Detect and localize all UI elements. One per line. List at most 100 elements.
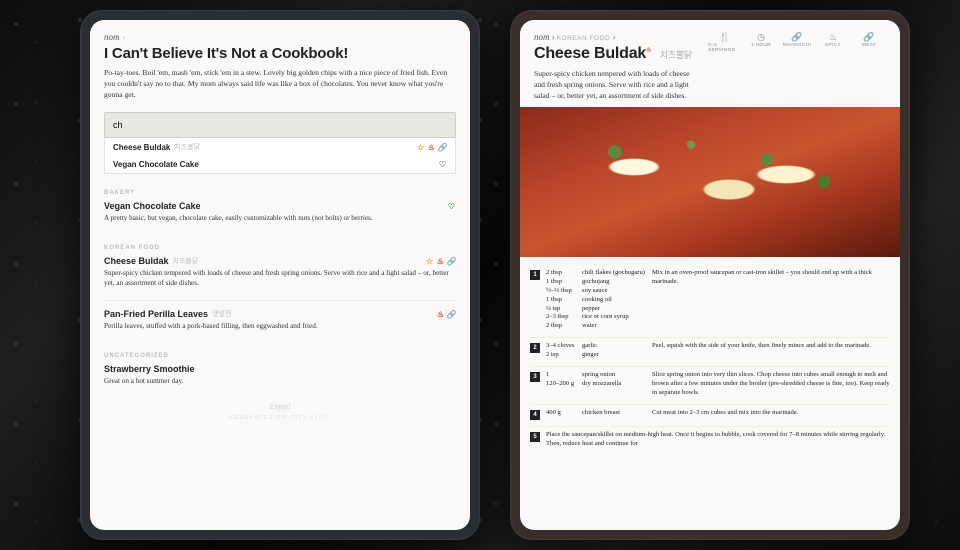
meta-label: 1 HOUR: [751, 43, 771, 48]
ingredient-row: 1 spring onion: [546, 371, 646, 380]
recipe-title: Cheese Buldak♨ 치즈불닭: [534, 45, 698, 63]
recipe-row[interactable]: Cheese Buldak 치즈불닭 ☆♨🔗 Super-spicy chick…: [104, 254, 456, 294]
ingredient-row: 2–3 tbsp rice or corn syrup: [546, 313, 646, 322]
meta-badge[interactable]: ◷ 1 HOUR: [744, 32, 778, 53]
step-number: 3: [530, 372, 540, 382]
section-label: UNCATEGORIZED: [104, 353, 456, 359]
step: 2 3–4 cloves garlic 2 tsp ginger Peel, s…: [530, 338, 890, 367]
meat-icon: 🔗: [863, 32, 874, 42]
spicy-icon: ♨: [436, 257, 445, 266]
ingredient-name: ginger: [582, 351, 646, 360]
brand-logo[interactable]: nom›: [104, 32, 456, 42]
ingredient-name: gochujang: [582, 278, 646, 287]
ingredient-qty: 120–200 g: [546, 380, 582, 389]
ingredient-row: ½–⅔ tbsp soy sauce: [546, 287, 646, 296]
star-icon: ☆: [425, 257, 434, 266]
ingredient-qty: 1 tbsp: [546, 278, 582, 287]
recipe-row-desc: A pretty basic, but vegan, chocolate cak…: [104, 213, 456, 223]
page-title: I Can't Believe It's Not a Cookbook!: [104, 45, 456, 62]
ingredient-qty: 1: [546, 371, 582, 380]
chevron-right-icon: ›: [612, 32, 615, 42]
step-number: 1: [530, 270, 540, 280]
recipe-row-title: Strawberry Smoothie: [104, 364, 195, 374]
meta-badge[interactable]: 🍴 2–3 SERVINGS: [708, 32, 742, 53]
recipe-row-desc: Super-spicy chicken tempered with loads …: [104, 268, 456, 288]
step-number: 2: [530, 343, 540, 353]
ingredient-name: water: [582, 322, 646, 331]
suggestion-item[interactable]: Vegan Chocolate Cake ♡: [105, 156, 455, 173]
ingredient-name: spring onion: [582, 371, 646, 380]
ingredient-row: ¼ tsp pepper: [546, 305, 646, 314]
ingredient-row: 1 tbsp cooking oil: [546, 296, 646, 305]
meat-icon: 🔗: [447, 310, 456, 319]
-hour-icon: ◷: [757, 32, 765, 42]
meta-badges: 🍴 2–3 SERVINGS ◷ 1 HOUR 🔗 MAANGCHI ♨ SPI…: [708, 32, 886, 53]
step-number: 5: [530, 432, 540, 442]
recipe-row[interactable]: Pan-Fried Perilla Leaves 깻잎전 ♨🔗 Perilla …: [104, 307, 456, 337]
recipe-row-subtitle: 치즈불닭: [173, 256, 199, 266]
meat-icon: 🔗: [447, 257, 456, 266]
ingredient-row: 120–200 g dry mozzarella: [546, 380, 646, 389]
recipe-row-desc: Perilla leaves, stuffed with a pork-base…: [104, 321, 456, 331]
star-icon: ☆: [416, 143, 425, 152]
ingredient-name: rice or corn syrup: [582, 313, 646, 322]
suggestion-title: Vegan Chocolate Cake: [113, 160, 199, 169]
step-instruction: Place the saucepan/skillet on medium-hig…: [546, 431, 890, 449]
ingredient-row: 1 tbsp gochujang: [546, 278, 646, 287]
meta-label: MEAT: [862, 43, 876, 48]
footer-generated: GENERATED ON 2021-03-15: [104, 415, 456, 421]
recipe-row[interactable]: Strawberry Smoothie Great on a hot summe…: [104, 362, 456, 392]
meta-badge[interactable]: 🔗 MAANGCHI: [780, 32, 814, 53]
recipe-subtitle: 치즈불닭: [660, 50, 692, 60]
section-label: BAKERY: [104, 190, 456, 196]
step: 4 400 g chicken breast Cut meat into 2–3…: [530, 405, 890, 427]
screen-detail: nom › KOREAN FOOD › Cheese Buldak♨ 치즈불닭 …: [520, 20, 900, 530]
ingredient-row: 400 g chicken breast: [546, 409, 646, 418]
tablet-right: nom › KOREAN FOOD › Cheese Buldak♨ 치즈불닭 …: [510, 10, 910, 540]
divider: [104, 300, 456, 301]
ingredients: 2 tbsp chili flakes (gochugaru) 1 tbsp g…: [546, 269, 646, 331]
meat-icon: 🔗: [438, 143, 447, 152]
meta-label: MAANGCHI: [783, 43, 811, 48]
ingredient-qty: ¼ tsp: [546, 305, 582, 314]
section-label: KOREAN FOOD: [104, 245, 456, 251]
ingredients: 400 g chicken breast: [546, 409, 646, 420]
ingredient-name: garlic: [582, 342, 646, 351]
ingredient-name: chili flakes (gochugaru): [582, 269, 646, 278]
meta-badge[interactable]: ♨ SPICY: [816, 32, 850, 53]
search-container: Cheese Buldak 치즈불닭 ☆♨🔗 Vegan Chocolate C…: [104, 112, 456, 174]
meta-label: SPICY: [825, 43, 841, 48]
step: 1 2 tbsp chili flakes (gochugaru) 1 tbsp…: [530, 265, 890, 338]
ingredient-row: 3–4 cloves garlic: [546, 342, 646, 351]
ingredient-name: soy sauce: [582, 287, 646, 296]
ingredient-qty: 3–4 cloves: [546, 342, 582, 351]
meta-badge[interactable]: 🔗 MEAT: [852, 32, 886, 53]
ingredient-row: 2 tbsp chili flakes (gochugaru): [546, 269, 646, 278]
ingredient-qty: 2 tbsp: [546, 322, 582, 331]
ingredient-qty: ½–⅔ tbsp: [546, 287, 582, 296]
step: 5 Place the saucepan/skillet on medium-h…: [530, 427, 890, 455]
recipe-row-subtitle: 깻잎전: [212, 309, 231, 319]
step: 3 1 spring onion 120–200 g dry mozzarell…: [530, 367, 890, 405]
tablet-left: nom› I Can't Believe It's Not a Cookbook…: [80, 10, 480, 540]
step-instruction: Cut meat into 2–3 cm cubes and mix into …: [652, 409, 890, 420]
vegan-icon: ♡: [447, 202, 456, 211]
step-instruction: Mix in an oven-proof saucepan or cast-ir…: [652, 269, 890, 331]
recipe-row[interactable]: Vegan Chocolate Cake ♡ A pretty basic, b…: [104, 199, 456, 229]
recipe-row-title: Pan-Fried Perilla Leaves: [104, 309, 208, 319]
ingredient-name: pepper: [582, 305, 646, 314]
suggestion-item[interactable]: Cheese Buldak 치즈불닭 ☆♨🔗: [105, 138, 455, 156]
screen-index: nom› I Can't Believe It's Not a Cookbook…: [90, 20, 470, 530]
spicy-icon: ♨: [427, 143, 436, 152]
search-input[interactable]: [104, 112, 456, 138]
recipe-intro: Super-spicy chicken tempered with loads …: [534, 68, 698, 101]
ingredient-row: 2 tsp ginger: [546, 351, 646, 360]
search-suggestions: Cheese Buldak 치즈불닭 ☆♨🔗 Vegan Chocolate C…: [104, 138, 456, 174]
recipe-row-desc: Great on a hot summer day.: [104, 376, 456, 386]
breadcrumb[interactable]: nom › KOREAN FOOD ›: [534, 32, 698, 42]
ingredient-row: 2 tbsp water: [546, 322, 646, 331]
ingredient-name: cooking oil: [582, 296, 646, 305]
spicy-icon: ♨: [646, 48, 651, 54]
ingredient-qty: 2 tbsp: [546, 269, 582, 278]
-servings-icon: 🍴: [719, 32, 730, 42]
